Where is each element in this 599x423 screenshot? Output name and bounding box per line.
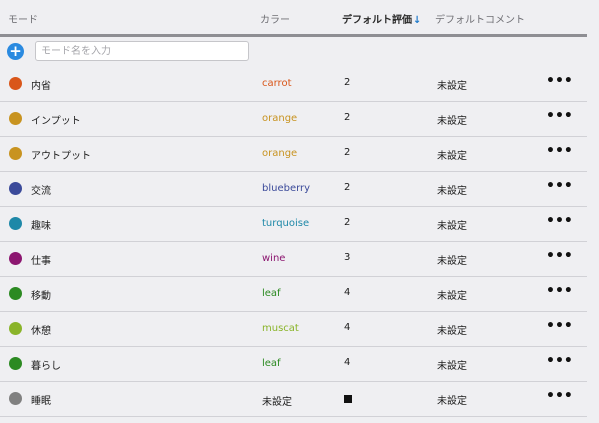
default-comment: 未設定 — [437, 291, 467, 302]
default-rating: 2 — [344, 217, 351, 228]
default-rating: 4 — [344, 322, 351, 333]
mode-name: 移動 — [31, 291, 51, 302]
more-options-icon[interactable]: ••• — [546, 108, 573, 124]
table-row[interactable]: 移動 leaf 4 未設定 ••• — [0, 277, 587, 312]
column-header-default-rating-label: デフォルト評価 — [342, 15, 412, 26]
mode-name: 交流 — [31, 186, 51, 197]
more-options-icon[interactable]: ••• — [546, 143, 573, 159]
color-dot-icon — [9, 357, 22, 370]
color-name: carrot — [262, 78, 292, 89]
table-row[interactable]: 交流 blueberry 2 未設定 ••• — [0, 172, 587, 207]
color-dot-icon — [9, 77, 22, 90]
add-mode-button[interactable]: + — [7, 43, 24, 60]
default-rating: 2 — [344, 77, 351, 88]
color-dot-icon — [9, 182, 22, 195]
more-options-icon[interactable]: ••• — [546, 388, 573, 404]
table-row[interactable]: 趣味 turquoise 2 未設定 ••• — [0, 207, 587, 242]
table-row[interactable]: 睡眠 未設定 未設定 ••• — [0, 382, 587, 417]
default-comment: 未設定 — [437, 361, 467, 372]
column-header-color[interactable]: カラー — [260, 11, 290, 26]
mode-name: 休憩 — [31, 326, 51, 337]
color-dot-icon — [9, 112, 22, 125]
default-comment: 未設定 — [437, 151, 467, 162]
color-name: muscat — [262, 323, 299, 334]
default-rating: 2 — [344, 147, 351, 158]
color-name: leaf — [262, 358, 281, 369]
default-rating: 3 — [344, 252, 351, 263]
default-rating: 4 — [344, 357, 351, 368]
color-dot-icon — [9, 217, 22, 230]
more-options-icon[interactable]: ••• — [546, 178, 573, 194]
more-options-icon[interactable]: ••• — [546, 73, 573, 89]
mode-name-input[interactable] — [35, 41, 249, 61]
color-name: wine — [262, 253, 286, 264]
default-comment: 未設定 — [437, 81, 467, 92]
mode-name: 睡眠 — [31, 396, 51, 407]
more-options-icon[interactable]: ••• — [546, 318, 573, 334]
default-comment: 未設定 — [437, 221, 467, 232]
unset-rating-icon — [344, 395, 352, 403]
sort-down-icon: ↓ — [413, 15, 422, 26]
default-comment: 未設定 — [437, 186, 467, 197]
color-name: 未設定 — [262, 397, 292, 408]
color-name: leaf — [262, 288, 281, 299]
table-row[interactable]: インプット orange 2 未設定 ••• — [0, 102, 587, 137]
default-rating: 4 — [344, 287, 351, 298]
mode-name: 趣味 — [31, 221, 51, 232]
mode-list: 内省 carrot 2 未設定 ••• インプット orange 2 未設定 ••• アウトプット o… — [0, 67, 587, 417]
more-options-icon[interactable]: ••• — [546, 283, 573, 299]
mode-name: インプット — [31, 116, 81, 127]
default-rating: 2 — [344, 112, 351, 123]
column-header-mode[interactable]: モード — [8, 11, 38, 26]
table-row[interactable]: 休憩 muscat 4 未設定 ••• — [0, 312, 587, 347]
color-name: orange — [262, 148, 298, 159]
more-options-icon[interactable]: ••• — [546, 353, 573, 369]
mode-name: アウトプット — [31, 151, 91, 162]
table-row[interactable]: 暮らし leaf 4 未設定 ••• — [0, 347, 587, 382]
color-dot-icon — [9, 322, 22, 335]
color-name: turquoise — [262, 218, 310, 229]
table-row[interactable]: アウトプット orange 2 未設定 ••• — [0, 137, 587, 172]
default-comment: 未設定 — [437, 256, 467, 267]
default-comment: 未設定 — [437, 116, 467, 127]
more-options-icon[interactable]: ••• — [546, 213, 573, 229]
column-header-default-rating[interactable]: デフォルト評価↓ — [342, 11, 421, 26]
table-row[interactable]: 仕事 wine 3 未設定 ••• — [0, 242, 587, 277]
default-comment: 未設定 — [437, 396, 467, 407]
color-name: blueberry — [262, 183, 311, 194]
plus-icon: + — [9, 42, 22, 60]
add-mode-row: + — [0, 37, 587, 67]
color-dot-icon — [9, 392, 22, 405]
color-dot-icon — [9, 287, 22, 300]
mode-name: 仕事 — [31, 256, 51, 267]
more-options-icon[interactable]: ••• — [546, 248, 573, 264]
table-header: モード カラー デフォルト評価↓ デフォルトコメント — [0, 0, 587, 37]
table-row[interactable]: 内省 carrot 2 未設定 ••• — [0, 67, 587, 102]
mode-name: 内省 — [31, 81, 51, 92]
column-header-default-comment[interactable]: デフォルトコメント — [435, 11, 525, 26]
default-rating: 2 — [344, 182, 351, 193]
default-comment: 未設定 — [437, 326, 467, 337]
color-dot-icon — [9, 252, 22, 265]
color-dot-icon — [9, 147, 22, 160]
color-name: orange — [262, 113, 298, 124]
mode-name: 暮らし — [31, 361, 61, 372]
